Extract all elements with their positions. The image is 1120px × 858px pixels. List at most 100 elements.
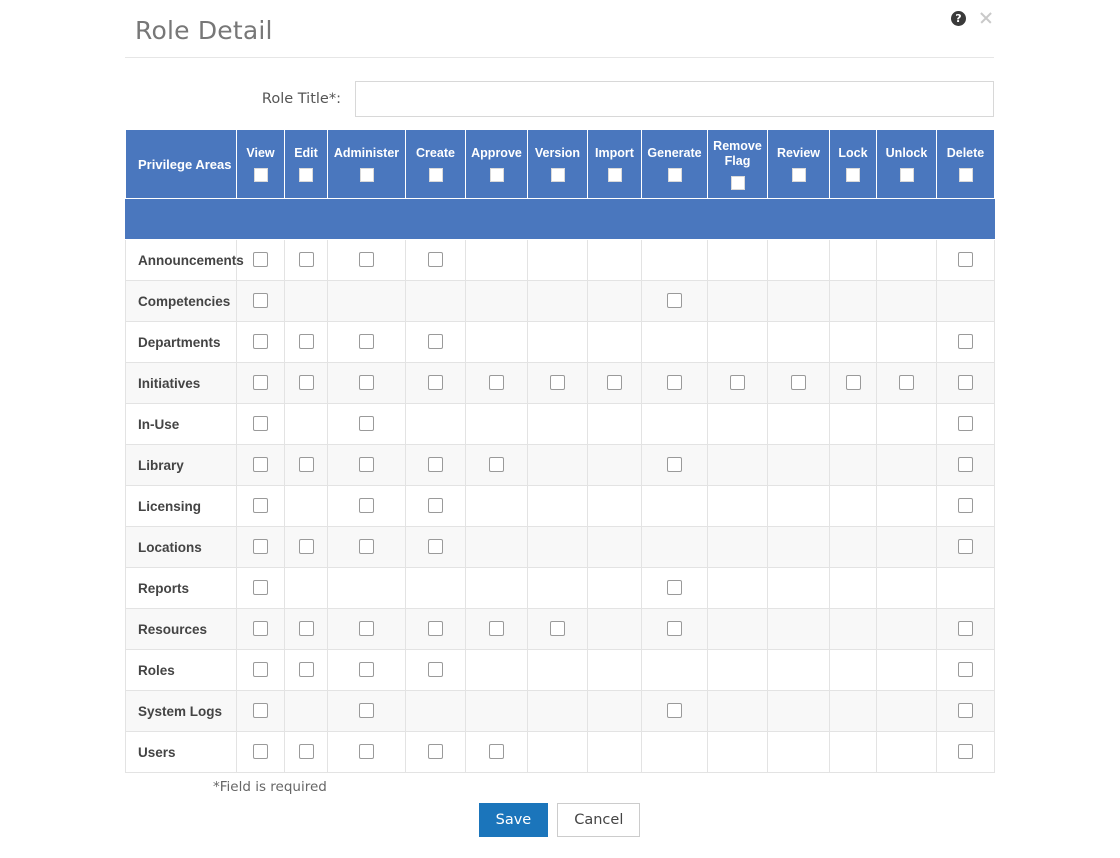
cell-initiatives-lock[interactable] <box>829 362 877 404</box>
checkbox-departments-administer[interactable] <box>359 334 374 350</box>
cell-users-delete[interactable] <box>936 731 995 773</box>
close-icon[interactable] <box>978 10 994 26</box>
cell-in-use-view[interactable] <box>236 403 285 445</box>
cell-system-logs-delete[interactable] <box>936 690 995 732</box>
cell-in-use-delete[interactable] <box>936 403 995 445</box>
checkbox-system-logs-delete[interactable] <box>958 703 973 719</box>
checkbox-competencies-generate[interactable] <box>667 293 682 309</box>
cell-initiatives-approve[interactable] <box>465 362 528 404</box>
cancel-button[interactable]: Cancel <box>557 803 641 837</box>
cell-users-view[interactable] <box>236 731 285 773</box>
checkbox-in-use-view[interactable] <box>253 416 268 432</box>
checkbox-library-administer[interactable] <box>359 457 374 473</box>
cell-library-view[interactable] <box>236 444 285 486</box>
cell-departments-administer[interactable] <box>327 321 406 363</box>
checkbox-users-edit[interactable] <box>298 744 314 760</box>
checkbox-system-logs-administer[interactable] <box>359 703 374 719</box>
cell-roles-create[interactable] <box>405 649 466 691</box>
cell-departments-delete[interactable] <box>936 321 995 363</box>
checkbox-announcements-view[interactable] <box>253 252 268 268</box>
select-all-checkbox-approve[interactable] <box>489 168 504 182</box>
cell-reports-generate[interactable] <box>641 567 708 609</box>
checkbox-roles-view[interactable] <box>253 662 268 678</box>
checkbox-initiatives-lock[interactable] <box>845 375 861 391</box>
cell-roles-edit[interactable] <box>284 649 328 691</box>
cell-users-administer[interactable] <box>327 731 406 773</box>
cell-initiatives-administer[interactable] <box>327 362 406 404</box>
checkbox-initiatives-approve[interactable] <box>489 375 504 391</box>
checkbox-initiatives-unlock[interactable] <box>899 375 914 391</box>
cell-announcements-edit[interactable] <box>284 239 328 281</box>
role-title-input[interactable] <box>355 81 994 117</box>
cell-library-create[interactable] <box>405 444 466 486</box>
cell-licensing-delete[interactable] <box>936 485 995 527</box>
checkbox-library-approve[interactable] <box>489 457 504 473</box>
checkbox-locations-view[interactable] <box>253 539 268 555</box>
checkbox-resources-approve[interactable] <box>489 621 504 637</box>
checkbox-users-delete[interactable] <box>958 744 973 760</box>
checkbox-licensing-view[interactable] <box>253 498 268 514</box>
checkbox-in-use-administer[interactable] <box>359 416 374 432</box>
cell-system-logs-administer[interactable] <box>327 690 406 732</box>
cell-library-delete[interactable] <box>936 444 995 486</box>
cell-resources-generate[interactable] <box>641 608 708 650</box>
checkbox-announcements-administer[interactable] <box>359 252 374 268</box>
cell-resources-edit[interactable] <box>284 608 328 650</box>
cell-in-use-administer[interactable] <box>327 403 406 445</box>
checkbox-library-view[interactable] <box>253 457 268 473</box>
cell-competencies-view[interactable] <box>236 280 285 322</box>
cell-initiatives-unlock[interactable] <box>876 362 937 404</box>
cell-initiatives-version[interactable] <box>527 362 588 404</box>
checkbox-resources-version[interactable] <box>550 621 565 637</box>
checkbox-initiatives-remove-flag[interactable] <box>730 375 745 391</box>
select-all-checkbox-administer[interactable] <box>359 168 374 182</box>
checkbox-resources-generate[interactable] <box>667 621 682 637</box>
cell-initiatives-view[interactable] <box>236 362 285 404</box>
checkbox-locations-create[interactable] <box>428 539 443 555</box>
select-all-checkbox-view[interactable] <box>253 168 268 182</box>
cell-system-logs-generate[interactable] <box>641 690 708 732</box>
select-all-checkbox-import[interactable] <box>607 168 622 182</box>
checkbox-library-generate[interactable] <box>667 457 682 473</box>
checkbox-resources-view[interactable] <box>253 621 268 637</box>
cell-resources-delete[interactable] <box>936 608 995 650</box>
checkbox-users-create[interactable] <box>428 744 443 760</box>
cell-announcements-delete[interactable] <box>936 239 995 281</box>
checkbox-roles-edit[interactable] <box>298 662 314 678</box>
select-all-checkbox-review[interactable] <box>791 168 806 182</box>
cell-resources-version[interactable] <box>527 608 588 650</box>
select-all-checkbox-edit[interactable] <box>299 168 313 182</box>
cell-users-edit[interactable] <box>284 731 328 773</box>
cell-initiatives-delete[interactable] <box>936 362 995 404</box>
cell-locations-view[interactable] <box>236 526 285 568</box>
checkbox-initiatives-view[interactable] <box>253 375 268 391</box>
checkbox-system-logs-generate[interactable] <box>667 703 682 719</box>
checkbox-initiatives-import[interactable] <box>607 375 622 391</box>
cell-licensing-create[interactable] <box>405 485 466 527</box>
cell-licensing-administer[interactable] <box>327 485 406 527</box>
checkbox-system-logs-view[interactable] <box>253 703 268 719</box>
checkbox-users-approve[interactable] <box>489 744 504 760</box>
cell-departments-edit[interactable] <box>284 321 328 363</box>
checkbox-library-edit[interactable] <box>298 457 314 473</box>
cell-initiatives-create[interactable] <box>405 362 466 404</box>
cell-initiatives-generate[interactable] <box>641 362 708 404</box>
cell-initiatives-remove-flag[interactable] <box>707 362 768 404</box>
checkbox-initiatives-delete[interactable] <box>958 375 973 391</box>
checkbox-initiatives-create[interactable] <box>428 375 443 391</box>
checkbox-competencies-view[interactable] <box>253 293 268 309</box>
checkbox-departments-view[interactable] <box>253 334 268 350</box>
cell-resources-administer[interactable] <box>327 608 406 650</box>
checkbox-initiatives-review[interactable] <box>791 375 806 391</box>
cell-resources-view[interactable] <box>236 608 285 650</box>
help-circle-icon[interactable]: ? <box>951 10 966 26</box>
cell-initiatives-review[interactable] <box>767 362 830 404</box>
cell-users-approve[interactable] <box>465 731 528 773</box>
checkbox-resources-delete[interactable] <box>958 621 973 637</box>
checkbox-licensing-administer[interactable] <box>359 498 374 514</box>
checkbox-resources-edit[interactable] <box>298 621 314 637</box>
checkbox-departments-delete[interactable] <box>958 334 973 350</box>
cell-licensing-view[interactable] <box>236 485 285 527</box>
cell-announcements-create[interactable] <box>405 239 466 281</box>
checkbox-library-delete[interactable] <box>958 457 973 473</box>
